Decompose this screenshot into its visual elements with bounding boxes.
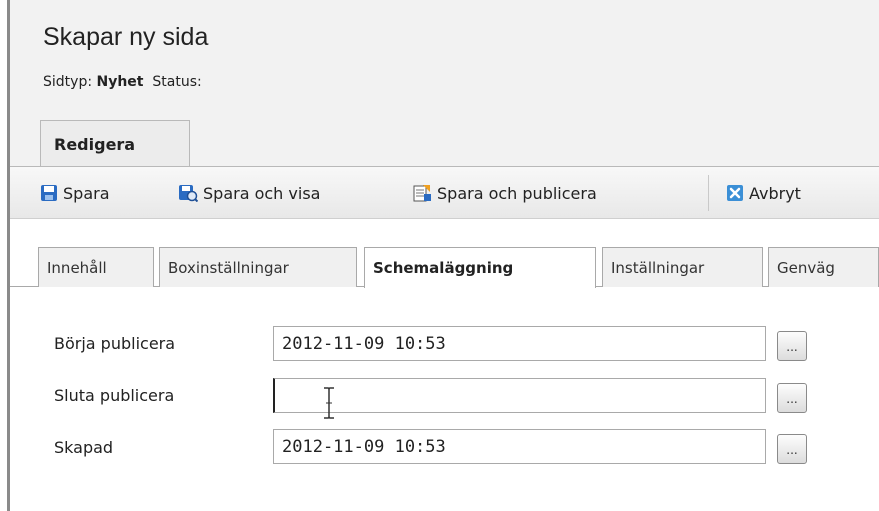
- save-label: Spara: [63, 183, 110, 203]
- page-meta: Sidtyp: Nyhet Status:: [43, 74, 202, 90]
- text-cursor-icon: [324, 387, 334, 419]
- status-label: Status:: [152, 74, 202, 90]
- stop-publish-input[interactable]: [273, 378, 766, 413]
- cancel-button[interactable]: Avbryt: [726, 180, 801, 206]
- page-title: Skapar ny sida: [43, 23, 209, 51]
- start-publish-input[interactable]: [273, 326, 766, 361]
- save-view-icon: [179, 185, 198, 202]
- save-and-view-label: Spara och visa: [203, 183, 321, 203]
- publish-icon: [413, 185, 431, 202]
- left-border: [0, 0, 10, 511]
- save-and-publish-label: Spara och publicera: [437, 183, 597, 203]
- created-input[interactable]: [273, 429, 766, 464]
- start-publish-label: Börja publicera: [54, 334, 176, 353]
- tab-settings[interactable]: Inställningar: [602, 247, 763, 287]
- created-picker-button[interactable]: ...: [777, 434, 807, 464]
- stop-publish-picker-button[interactable]: ...: [777, 383, 807, 413]
- tab-shortcut[interactable]: Genväg: [768, 247, 879, 287]
- tab-box-settings[interactable]: Boxinställningar: [159, 247, 357, 287]
- tab-scheduling[interactable]: Schemaläggning: [364, 247, 596, 288]
- save-and-publish-button[interactable]: Spara och publicera: [412, 180, 597, 206]
- floppy-disk-icon: [41, 185, 57, 201]
- stop-publish-label: Sluta publicera: [54, 386, 175, 405]
- tab-content[interactable]: Innehåll: [38, 247, 154, 287]
- toolbar: Spara Spara och visa Spara och publicera…: [10, 167, 879, 219]
- start-publish-picker-button[interactable]: ...: [777, 331, 807, 361]
- toolbar-separator: [708, 175, 709, 211]
- created-label: Skapad: [54, 438, 114, 457]
- cancel-label: Avbryt: [749, 183, 801, 203]
- pagetype-label: Sidtyp:: [43, 74, 93, 90]
- cancel-icon: [727, 185, 743, 201]
- tab-edit[interactable]: Redigera: [40, 120, 190, 167]
- pagetype-value: Nyhet: [96, 74, 144, 90]
- save-button[interactable]: Spara: [40, 180, 110, 206]
- save-and-view-button[interactable]: Spara och visa: [178, 180, 320, 206]
